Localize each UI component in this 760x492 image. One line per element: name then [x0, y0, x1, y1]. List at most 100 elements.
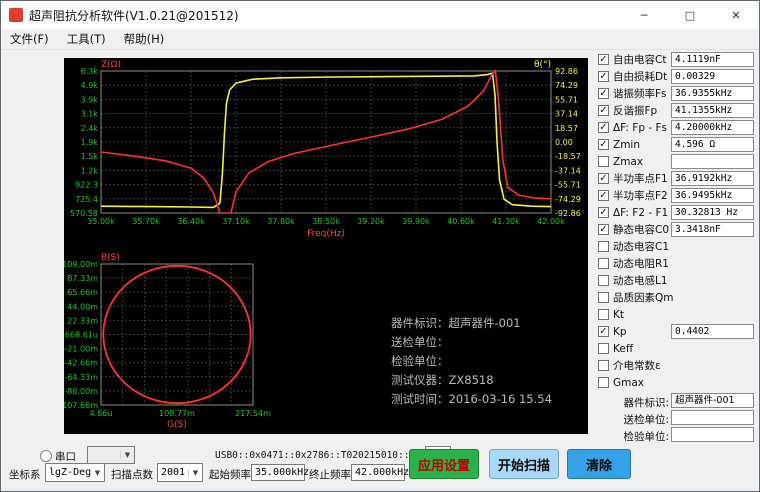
- svg-text:G(S): G(S): [167, 420, 187, 430]
- coord-system-label: 坐标系: [9, 467, 41, 482]
- param-value[interactable]: 4.1119nF: [671, 52, 754, 67]
- svg-text:41.30k: 41.30k: [492, 217, 520, 226]
- param-checkbox[interactable]: ✓: [598, 224, 609, 235]
- param-row: 品质因素Qm: [594, 289, 758, 306]
- param-checkbox[interactable]: ✓: [598, 105, 609, 116]
- param-label: 自由电容Ct: [613, 52, 666, 67]
- param-checkbox[interactable]: ✓: [598, 54, 609, 65]
- svg-text:217.54m: 217.54m: [235, 409, 271, 418]
- svg-text:38.50k: 38.50k: [312, 217, 340, 226]
- chevron-down-icon: ▼: [90, 469, 104, 477]
- id-field-input[interactable]: 超声器件-001: [671, 393, 754, 408]
- param-row: Zmax: [594, 153, 758, 170]
- param-value[interactable]: 4.596 Ω: [671, 137, 754, 152]
- instrument-line: 测试仪器：ZX8518: [391, 371, 552, 390]
- param-checkbox[interactable]: ✓: [598, 71, 609, 82]
- param-row: 介电常数ε: [594, 357, 758, 374]
- app-icon: [9, 8, 23, 22]
- menu-tools[interactable]: 工具(T): [58, 29, 115, 49]
- scan-points-label: 扫描点数: [111, 467, 153, 482]
- svg-text:6.3k: 6.3k: [81, 67, 99, 76]
- param-row: Kt: [594, 306, 758, 323]
- id-field-input[interactable]: [671, 410, 754, 425]
- param-checkbox[interactable]: ✓: [598, 139, 609, 150]
- param-checkbox[interactable]: [598, 343, 609, 354]
- param-row: ✓半功率点F136.9192kHz: [594, 170, 758, 187]
- clear-button[interactable]: 清除: [567, 449, 631, 479]
- plot-panel: 35.00k35.70k36.40k37.10k37.80k38.50k39.2…: [64, 58, 588, 434]
- minimize-icon[interactable]: ─: [621, 1, 667, 29]
- param-checkbox[interactable]: ✓: [598, 326, 609, 337]
- app-window: 超声阻抗分析软件(V1.0.21@201512) ─ □ ✕ 文件(F) 工具(…: [0, 0, 760, 492]
- param-checkbox[interactable]: ✓: [598, 207, 609, 218]
- param-checkbox[interactable]: ✓: [598, 173, 609, 184]
- svg-text:37.14: 37.14: [555, 110, 578, 119]
- serial-port-combo[interactable]: ▼: [87, 446, 135, 464]
- start-scan-button[interactable]: 开始扫描: [489, 449, 559, 479]
- menu-file[interactable]: 文件(F): [1, 29, 58, 49]
- param-checkbox[interactable]: ✓: [598, 190, 609, 201]
- coord-system-combo[interactable]: lgZ-Deg▼: [45, 463, 105, 482]
- svg-text:40.60k: 40.60k: [447, 217, 475, 226]
- param-value[interactable]: 30.32813 Hz: [671, 205, 754, 220]
- param-row: ✓谐振频率Fs36.9355kHz: [594, 85, 758, 102]
- serial-port-label: 串口: [55, 449, 76, 464]
- param-checkbox[interactable]: [598, 377, 609, 388]
- param-value[interactable]: [671, 154, 754, 169]
- param-label: ΔF: Fp - Fs: [613, 122, 667, 134]
- stop-frequency-input[interactable]: 42.000kHz: [351, 464, 405, 481]
- svg-text:37.80k: 37.80k: [267, 217, 295, 226]
- svg-text:1.5k: 1.5k: [81, 152, 99, 161]
- start-frequency-label: 起始频率: [209, 467, 251, 482]
- svg-text:θ(°): θ(°): [534, 60, 551, 70]
- param-value[interactable]: 36.9192kHz: [671, 171, 754, 186]
- param-value[interactable]: 3.3418nF: [671, 222, 754, 237]
- param-row: ✓静态电容C03.3418nF: [594, 221, 758, 238]
- param-label: 半功率点F2: [613, 188, 668, 203]
- param-checkbox[interactable]: ✓: [598, 88, 609, 99]
- svg-text:36.40k: 36.40k: [177, 217, 205, 226]
- scan-points-combo[interactable]: 2001▼: [157, 463, 203, 482]
- param-label: Zmax: [613, 156, 643, 168]
- param-label: Kt: [613, 309, 624, 321]
- serial-port-radio[interactable]: [40, 450, 52, 462]
- param-checkbox[interactable]: [598, 241, 609, 252]
- svg-text:39.20k: 39.20k: [357, 217, 385, 226]
- param-value[interactable]: 36.9495kHz: [671, 188, 754, 203]
- param-checkbox[interactable]: [598, 156, 609, 167]
- param-row: Gmax: [594, 374, 758, 391]
- apply-settings-button[interactable]: 应用设置: [409, 449, 479, 479]
- maximize-icon[interactable]: □: [667, 1, 713, 29]
- param-checkbox[interactable]: [598, 275, 609, 286]
- param-row: ✓自由损耗Dt0.00329: [594, 68, 758, 85]
- param-row: ✓ ΔF: Fp - Fs 4.20000kHz: [594, 119, 758, 136]
- param-value[interactable]: 41.1355kHz: [671, 103, 754, 118]
- svg-text:22.33m: 22.33m: [67, 316, 98, 325]
- svg-text:-64.33m: -64.33m: [64, 373, 98, 382]
- param-row: 动态电感L1: [594, 272, 758, 289]
- svg-text:668.61u: 668.61u: [65, 331, 98, 340]
- param-label: Zmin: [613, 139, 640, 151]
- param-checkbox[interactable]: [598, 360, 609, 371]
- id-field-input[interactable]: [671, 427, 754, 442]
- close-icon[interactable]: ✕: [713, 1, 759, 29]
- svg-text:570.58: 570.58: [70, 209, 98, 218]
- param-label: 动态电容C1: [613, 239, 669, 254]
- svg-text:Freq(Hz): Freq(Hz): [307, 229, 345, 239]
- menu-help[interactable]: 帮助(H): [115, 29, 174, 49]
- svg-text:-92.86: -92.86: [555, 209, 581, 218]
- param-row: Keff: [594, 340, 758, 357]
- svg-text:1.9k: 1.9k: [81, 138, 99, 147]
- start-frequency-input[interactable]: 35.000kHz: [251, 464, 305, 481]
- param-value[interactable]: 0.00329: [671, 69, 754, 84]
- param-value[interactable]: 0.4402: [671, 324, 754, 339]
- param-checkbox[interactable]: [598, 292, 609, 303]
- param-value[interactable]: 4.20000kHz: [671, 120, 754, 135]
- param-value[interactable]: 36.9355kHz: [671, 86, 754, 101]
- svg-text:92.86: 92.86: [555, 67, 578, 76]
- param-label: ΔF: F2 - F1: [613, 207, 668, 219]
- param-checkbox[interactable]: ✓: [598, 122, 609, 133]
- svg-text:35.70k: 35.70k: [132, 217, 160, 226]
- param-checkbox[interactable]: [598, 258, 609, 269]
- param-checkbox[interactable]: [598, 309, 609, 320]
